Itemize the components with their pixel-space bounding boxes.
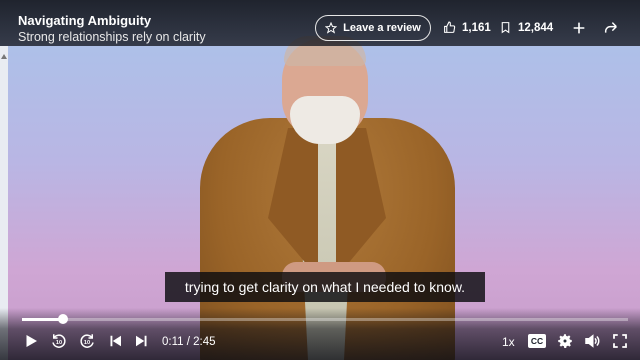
settings-button[interactable]	[556, 332, 574, 350]
fullscreen-button[interactable]	[611, 332, 629, 350]
rewind-10-icon: 10	[52, 334, 66, 348]
video-player[interactable]: Navigating Ambiguity Strong relationship…	[0, 0, 640, 360]
like-button[interactable]: 1,161	[443, 21, 491, 34]
add-button[interactable]	[571, 20, 587, 36]
leave-review-label: Leave a review	[343, 22, 421, 34]
volume-icon	[585, 334, 600, 348]
time-display: 0:11 / 2:45	[162, 336, 216, 348]
next-button[interactable]	[133, 332, 151, 350]
thumbs-up-icon	[444, 21, 456, 33]
plus-icon	[573, 22, 585, 34]
forward-10-icon: 10	[80, 334, 94, 348]
forward-seconds: 10	[84, 340, 90, 346]
progress-fill	[22, 318, 63, 321]
play-button[interactable]	[22, 332, 40, 350]
play-icon	[26, 335, 37, 347]
video-subtitle: Strong relationships rely on clarity	[18, 30, 206, 44]
star-icon	[325, 22, 338, 34]
save-count: 12,844	[518, 21, 554, 34]
presenter-figure	[0, 0, 640, 360]
skip-previous-icon	[110, 335, 121, 347]
progress-handle[interactable]	[57, 314, 68, 324]
rewind-button[interactable]: 10	[50, 332, 68, 350]
gear-icon	[558, 334, 572, 348]
like-count: 1,161	[462, 21, 491, 34]
save-button[interactable]: 12,844	[499, 21, 553, 34]
closed-caption: trying to get clarity on what I needed t…	[165, 272, 485, 302]
skip-next-icon	[136, 335, 147, 347]
top-bar: Navigating Ambiguity Strong relationship…	[0, 0, 640, 46]
rewind-seconds: 10	[56, 340, 62, 346]
leave-review-button[interactable]: Leave a review	[315, 15, 431, 41]
course-title: Navigating Ambiguity	[18, 13, 152, 28]
progress-bar[interactable]	[22, 314, 628, 324]
volume-button[interactable]	[583, 332, 601, 350]
bookmark-icon	[501, 22, 510, 34]
fullscreen-icon	[613, 334, 627, 348]
forward-button[interactable]: 10	[78, 332, 96, 350]
share-button[interactable]	[603, 20, 619, 36]
closed-captions-button[interactable]: CC	[528, 334, 546, 348]
playback-speed-button[interactable]: 1x	[502, 335, 515, 349]
previous-button[interactable]	[106, 332, 124, 350]
share-icon	[604, 22, 617, 33]
